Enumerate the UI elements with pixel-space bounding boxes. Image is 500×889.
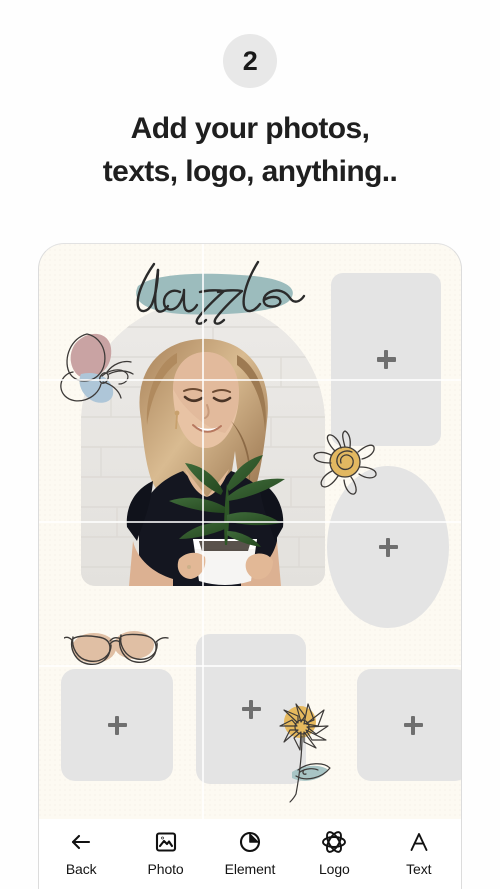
sticker-sun[interactable] [309,429,381,499]
text-icon [407,828,431,856]
glasses-icon [63,631,169,665]
sticker-butterfly[interactable] [57,326,142,408]
flower-icon [279,703,331,803]
add-photo-plus-icon [376,350,396,369]
step-indicator-badge: 2 [223,34,277,88]
back-arrow-icon [69,828,93,856]
butterfly-icon [60,333,134,403]
toolbar-item-element[interactable]: Element [211,828,289,877]
sticker-flower[interactable] [274,694,344,804]
headline-line-2: texts, logo, anything.. [102,154,398,188]
add-photo-plus-icon [241,699,261,719]
editor-canvas[interactable] [38,243,462,819]
onboarding-screen: 2 Add your photos, texts, logo, anything… [0,0,500,889]
element-icon [238,828,262,856]
sun-icon [313,430,377,495]
bottom-toolbar: Back Photo Element Logo Text [38,819,462,889]
toolbar-label-back: Back [65,861,97,877]
photo-placeholder-bottom-right[interactable] [357,669,461,781]
logo-icon [321,828,347,856]
toolbar-label-element: Element [224,861,276,877]
headline-line-1: Add your photos, [130,112,370,145]
photo-placeholder-top-right[interactable] [331,273,441,446]
toolbar-label-text: Text [406,861,432,877]
add-photo-plus-icon [378,537,398,557]
toolbar-item-text[interactable]: Text [380,828,458,877]
toolbar-label-photo: Photo [147,861,184,877]
toolbar-item-logo[interactable]: Logo [295,828,373,877]
photo-placeholder-bottom-left[interactable] [61,669,173,781]
toolbar-item-back[interactable]: Back [42,828,120,877]
add-photo-plus-icon [403,715,423,735]
toolbar-item-photo[interactable]: Photo [127,828,205,877]
dazzle-script-svg [136,260,306,325]
toolbar-label-logo: Logo [318,861,350,877]
step-number: 2 [242,45,258,76]
sticker-dazzle-text[interactable] [114,256,314,328]
add-photo-plus-icon [107,715,127,735]
sticker-glasses[interactable] [63,620,169,672]
photo-icon [154,828,178,856]
page-title: Add your photos, texts, logo, anything.. [0,108,500,193]
